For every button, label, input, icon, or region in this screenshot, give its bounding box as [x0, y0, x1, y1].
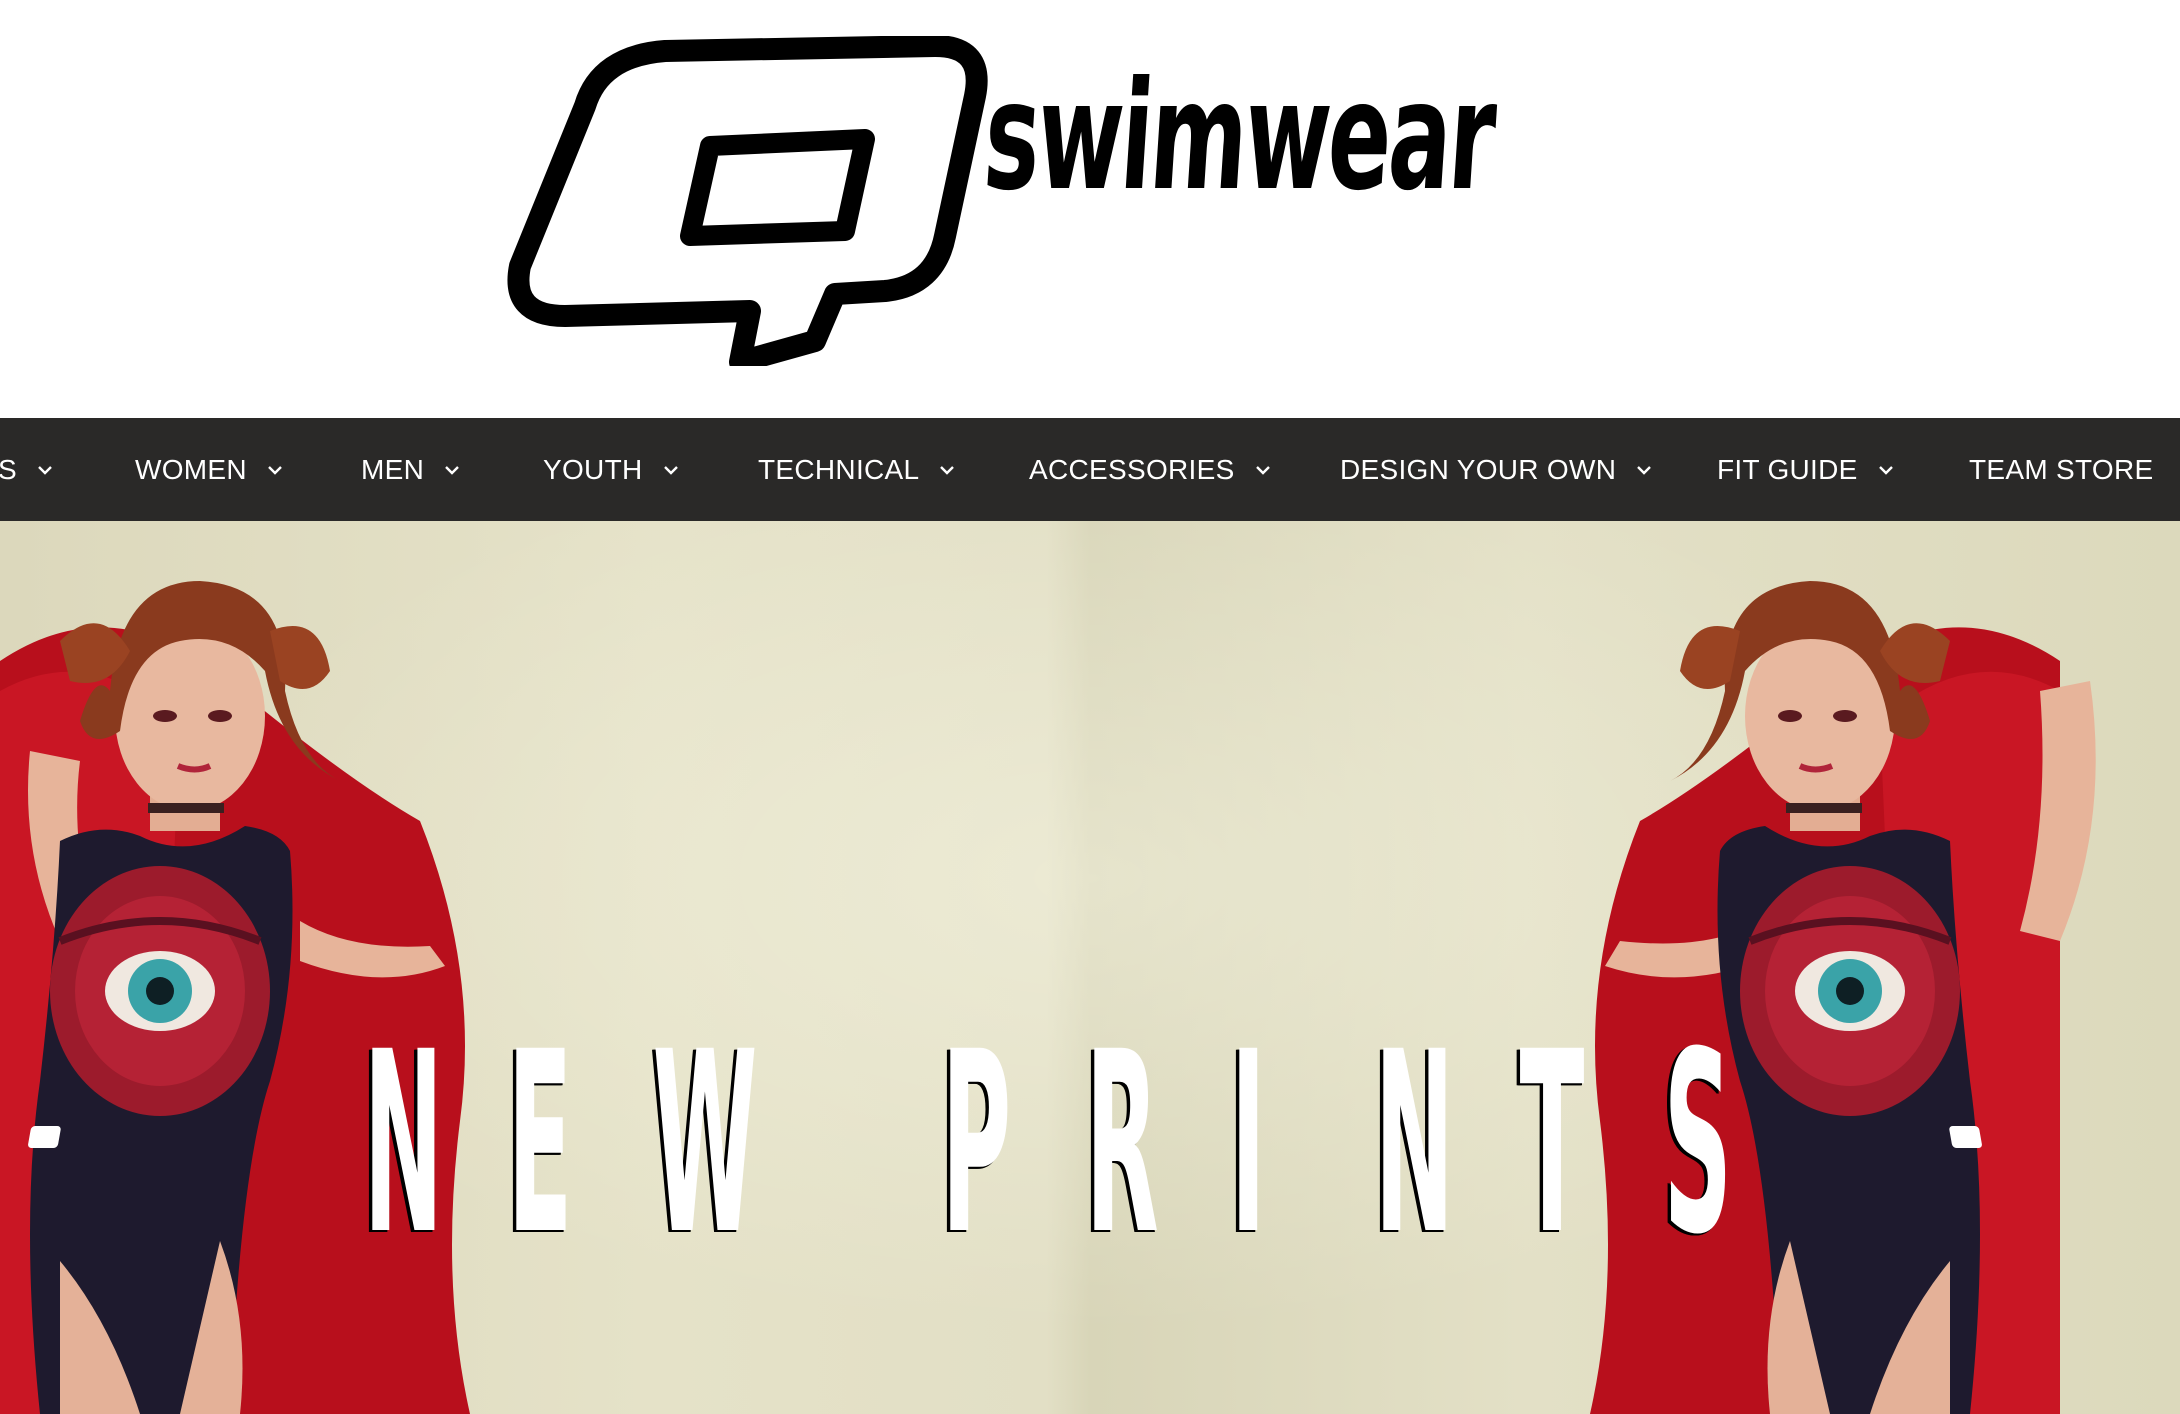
main-navigation: S WOMEN MEN YOUTH TECHNICAL ACCESSORIES …: [0, 418, 2180, 521]
nav-item-label: S: [0, 453, 17, 485]
hero-title-letter: T: [1519, 998, 1584, 1289]
nav-item-accessories[interactable]: ACCESSORIES: [1029, 418, 1273, 521]
chevron-down-icon: [265, 460, 285, 480]
site-header: swimwear: [0, 0, 2180, 418]
page: swimwear S WOMEN MEN YOUTH TECHNICAL ACC…: [0, 0, 2180, 1414]
nav-item-label: MEN: [361, 453, 425, 485]
nav-item-team-store[interactable]: TEAM STORE: [1969, 418, 2154, 521]
chevron-down-icon: [661, 460, 681, 480]
nav-item-label: TEAM STORE: [1969, 453, 2154, 485]
nav-item-men[interactable]: MEN: [361, 418, 462, 521]
hero-title-letter: N: [1374, 998, 1455, 1289]
brand-wordmark: swimwear: [979, 50, 1499, 224]
nav-item-technical[interactable]: TECHNICAL: [758, 418, 957, 521]
hero-banner[interactable]: N E W P R I N T S: [0, 521, 2180, 1414]
hero-title-letter: I: [1230, 998, 1266, 1289]
hero-title-letter: R: [1085, 998, 1159, 1289]
nav-item-label: YOUTH: [543, 453, 643, 485]
chevron-down-icon: [937, 460, 957, 480]
hero-title: N E W P R I N T S: [345, 998, 1732, 1289]
hero-title-letter: P: [941, 998, 1011, 1289]
chevron-down-icon: [1634, 460, 1654, 480]
nav-item-women[interactable]: WOMEN: [135, 418, 285, 521]
nav-item-label: DESIGN YOUR OWN: [1340, 453, 1617, 485]
hero-title-letter: W: [652, 998, 758, 1289]
nav-item-collections[interactable]: S: [0, 418, 55, 521]
nav-item-label: ACCESSORIES: [1029, 453, 1235, 485]
nav-item-label: TECHNICAL: [758, 453, 920, 485]
chevron-down-icon: [35, 460, 55, 480]
chevron-down-icon: [442, 460, 462, 480]
hero-title-letter: E: [508, 998, 573, 1289]
nav-item-label: FIT GUIDE: [1717, 453, 1858, 485]
nav-item-label: WOMEN: [135, 453, 247, 485]
chevron-down-icon: [1253, 460, 1273, 480]
hero-title-letter: S: [1663, 998, 1732, 1289]
nav-item-fit-guide[interactable]: FIT GUIDE: [1717, 418, 1896, 521]
hero-title-letter: N: [363, 998, 444, 1289]
nav-item-design-your-own[interactable]: DESIGN YOUR OWN: [1340, 418, 1654, 521]
nav-item-youth[interactable]: YOUTH: [543, 418, 681, 521]
chevron-down-icon: [1876, 460, 1896, 480]
